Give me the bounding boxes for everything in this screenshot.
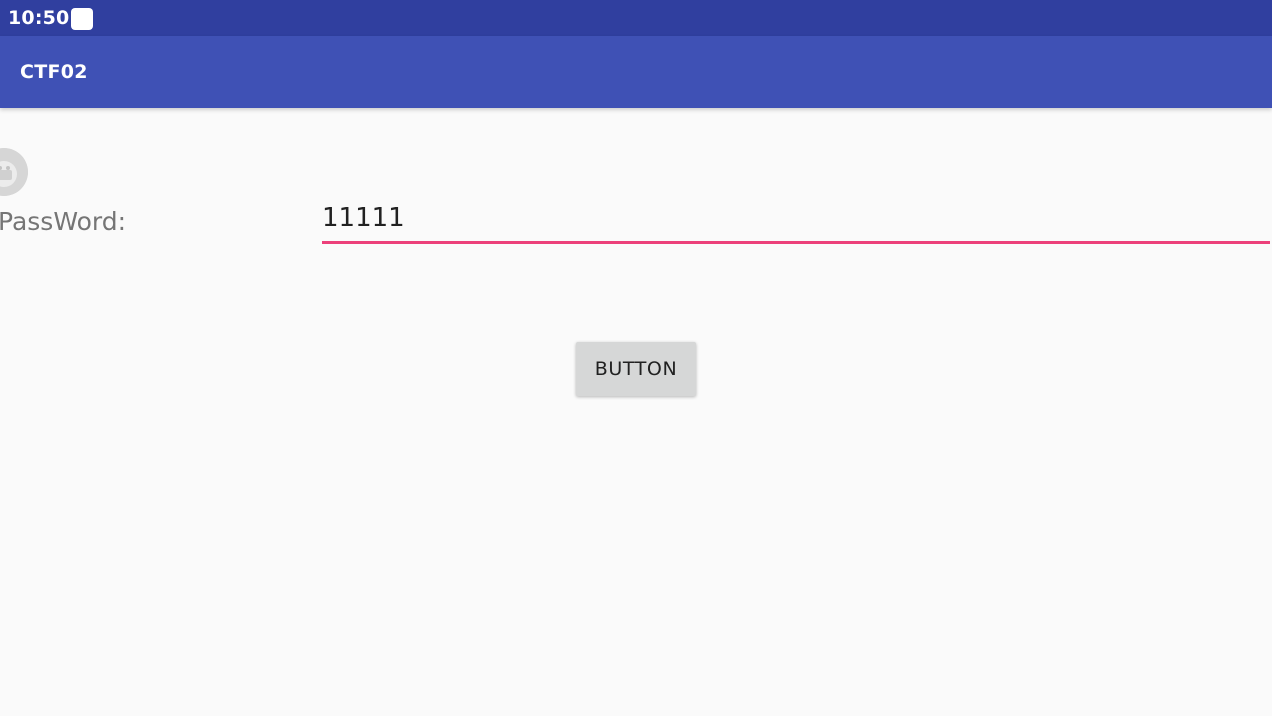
password-input[interactable]	[322, 200, 1270, 244]
square-notification-icon	[71, 8, 93, 30]
main-button[interactable]: BUTTON	[576, 342, 696, 396]
status-bar: 10:50	[0, 0, 1272, 36]
app-bar: CTF02	[0, 36, 1272, 108]
status-time: 10:50	[8, 7, 70, 29]
android-app-icon	[0, 148, 28, 196]
app-title: CTF02	[20, 61, 88, 83]
password-label: PassWord:	[0, 207, 127, 236]
